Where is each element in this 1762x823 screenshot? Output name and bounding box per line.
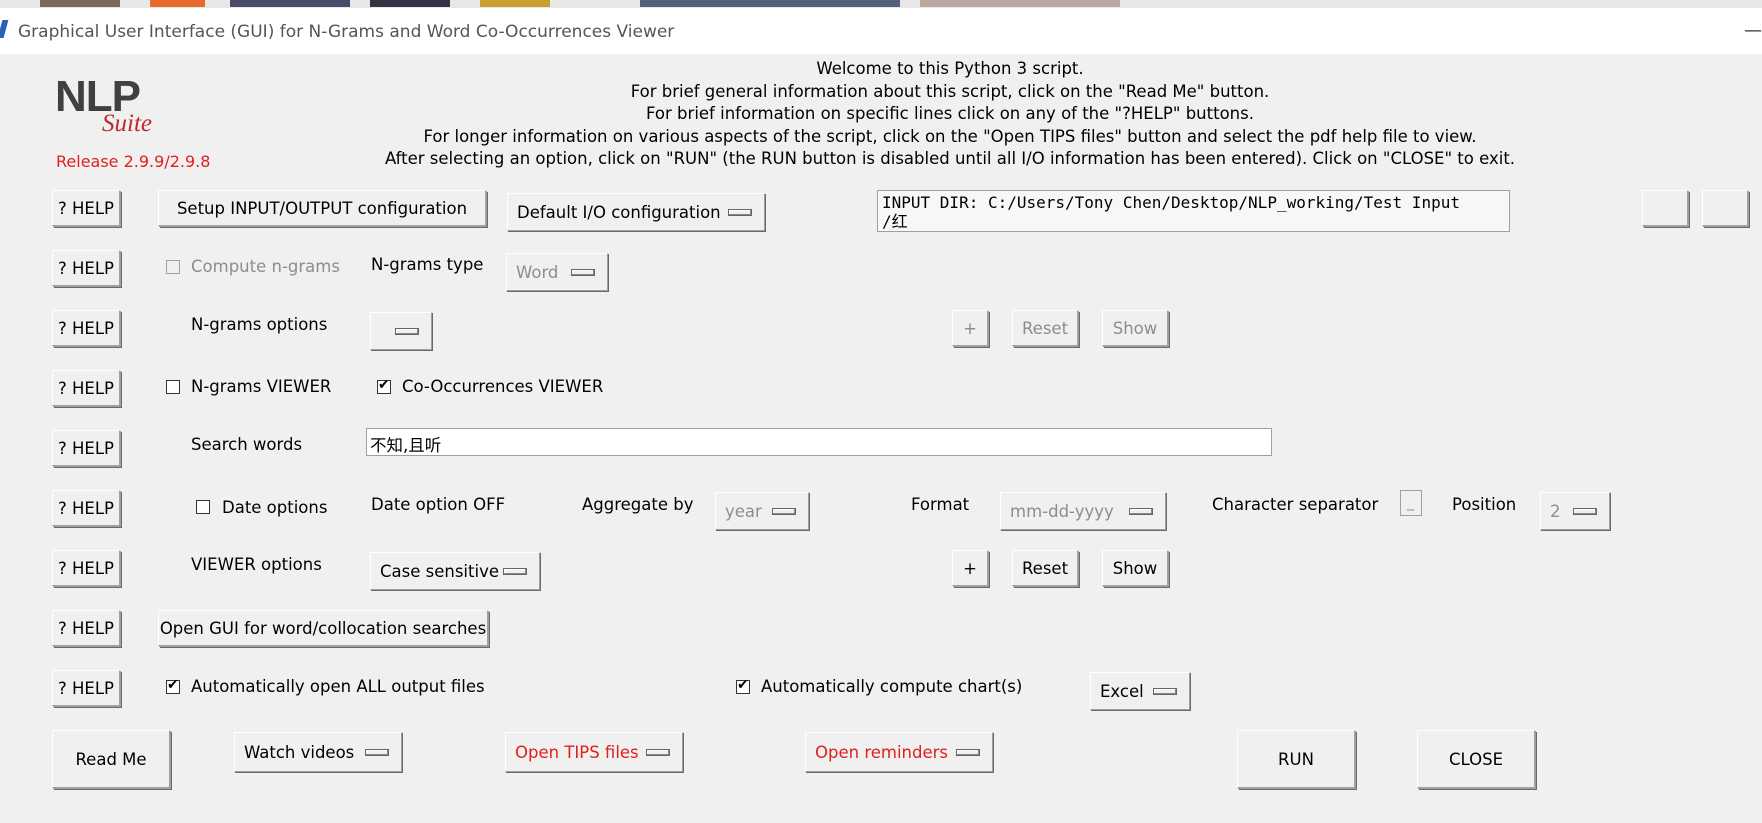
compute-charts-checkbox[interactable] bbox=[736, 677, 750, 694]
close-button[interactable]: CLOSE bbox=[1417, 730, 1535, 788]
watch-videos-label: Watch videos bbox=[244, 742, 355, 762]
ngrams-viewer-label: N-grams VIEWER bbox=[191, 377, 332, 396]
chevron-down-icon bbox=[956, 749, 980, 756]
help-button-gui[interactable]: ? HELP bbox=[52, 610, 120, 646]
date-format-value: mm-dd-yyyy bbox=[1010, 501, 1114, 521]
search-words-label: Search words bbox=[191, 435, 303, 454]
compute-ngrams-checkbox[interactable] bbox=[166, 260, 180, 274]
welcome-line: After selecting an option, click on "RUN… bbox=[384, 149, 1516, 168]
ngrams-type-label: N-grams type bbox=[371, 255, 484, 274]
chevron-down-icon bbox=[1153, 688, 1177, 695]
open-reminders-label: Open reminders bbox=[815, 742, 949, 762]
open-tips-label: Open TIPS files bbox=[515, 742, 639, 762]
minimize-button[interactable]: — bbox=[1744, 20, 1762, 41]
open-all-output-label: Automatically open ALL output files bbox=[191, 677, 485, 696]
window-title: Graphical User Interface (GUI) for N-Gra… bbox=[18, 22, 675, 42]
chevron-down-icon bbox=[395, 328, 419, 335]
help-button-date[interactable]: ? HELP bbox=[52, 490, 120, 526]
ngrams-options-reset-button[interactable]: Reset bbox=[1012, 310, 1078, 346]
cooc-viewer-checkbox[interactable] bbox=[377, 377, 391, 394]
chevron-down-icon bbox=[772, 508, 796, 515]
welcome-line: For longer information on various aspect… bbox=[423, 126, 1477, 146]
compute-charts-label: Automatically compute chart(s) bbox=[761, 677, 1023, 696]
open-all-output-checkbox[interactable] bbox=[166, 677, 180, 694]
viewer-options-label: VIEWER options bbox=[191, 555, 322, 574]
help-button-ngrams[interactable]: ? HELP bbox=[52, 250, 120, 286]
ngrams-type-menu[interactable]: Word bbox=[506, 253, 608, 291]
taskbar-strip bbox=[0, 0, 1762, 8]
chevron-down-icon bbox=[571, 269, 595, 276]
format-label: Format bbox=[911, 495, 970, 514]
position-value: 2 bbox=[1550, 501, 1561, 521]
watch-videos-menu[interactable]: Watch videos bbox=[234, 732, 402, 772]
ngrams-options-label: N-grams options bbox=[191, 315, 328, 334]
viewer-options-value: Case sensitive bbox=[380, 561, 499, 581]
ngrams-viewer-checkbox[interactable] bbox=[166, 380, 180, 394]
help-button-ngrams-options[interactable]: ? HELP bbox=[52, 310, 120, 346]
open-reminders-menu[interactable]: Open reminders bbox=[805, 732, 993, 772]
compute-ngrams-label: Compute n-grams bbox=[191, 257, 340, 276]
open-tips-menu[interactable]: Open TIPS files bbox=[505, 732, 683, 772]
date-options-label: Date options bbox=[222, 498, 328, 517]
position-menu[interactable]: 2 bbox=[1540, 492, 1610, 530]
input-dir-display: INPUT DIR: C:/Users/Tony Chen/Desktop/NL… bbox=[877, 190, 1510, 232]
viewer-options-plus-button[interactable]: + bbox=[952, 550, 988, 586]
viewer-options-menu[interactable]: Case sensitive bbox=[370, 552, 540, 590]
ngrams-options-plus-button[interactable]: + bbox=[952, 310, 988, 346]
chevron-down-icon bbox=[1573, 508, 1597, 515]
ngrams-type-value: Word bbox=[516, 262, 559, 282]
welcome-text: Welcome to this Python 3 script. For bri… bbox=[0, 58, 1762, 171]
aggregate-by-label: Aggregate by bbox=[582, 495, 694, 514]
ngrams-options-show-button[interactable]: Show bbox=[1102, 310, 1168, 346]
welcome-line: For brief general information about this… bbox=[630, 81, 1270, 101]
ngrams-options-menu[interactable] bbox=[370, 312, 432, 350]
date-status-label: Date option OFF bbox=[371, 495, 506, 514]
welcome-line: Welcome to this Python 3 script. bbox=[816, 59, 1084, 78]
viewer-options-show-button[interactable]: Show bbox=[1102, 550, 1168, 586]
character-separator-input[interactable]: _ bbox=[1400, 490, 1422, 516]
io-extra-button-1[interactable] bbox=[1642, 190, 1688, 226]
position-label: Position bbox=[1452, 495, 1517, 514]
date-format-menu[interactable]: mm-dd-yyyy bbox=[1000, 492, 1166, 530]
aggregate-by-value: year bbox=[725, 501, 762, 521]
help-button-io[interactable]: ? HELP bbox=[52, 190, 120, 226]
help-button-output[interactable]: ? HELP bbox=[52, 670, 120, 706]
io-config-value: Default I/O configuration bbox=[517, 202, 721, 222]
io-config-menu[interactable]: Default I/O configuration bbox=[507, 193, 765, 231]
welcome-line: For brief information on specific lines … bbox=[646, 104, 1254, 123]
chart-engine-menu[interactable]: Excel bbox=[1090, 672, 1190, 710]
read-me-button[interactable]: Read Me bbox=[52, 730, 170, 788]
help-button-viewers[interactable]: ? HELP bbox=[52, 370, 120, 406]
chevron-down-icon bbox=[1129, 508, 1153, 515]
chevron-down-icon bbox=[503, 568, 527, 575]
setup-io-button[interactable]: Setup INPUT/OUTPUT configuration bbox=[158, 190, 486, 226]
chart-engine-value: Excel bbox=[1100, 681, 1144, 701]
character-separator-label: Character separator bbox=[1212, 495, 1379, 514]
help-button-viewer-options[interactable]: ? HELP bbox=[52, 550, 120, 586]
viewer-options-reset-button[interactable]: Reset bbox=[1012, 550, 1078, 586]
io-extra-button-2[interactable] bbox=[1702, 190, 1748, 226]
chevron-down-icon bbox=[365, 749, 389, 756]
search-words-input[interactable]: 不知,且听 bbox=[366, 428, 1272, 456]
cooc-viewer-label: Co-Occurrences VIEWER bbox=[402, 377, 604, 396]
aggregate-by-menu[interactable]: year bbox=[715, 492, 809, 530]
chevron-down-icon bbox=[728, 209, 752, 216]
run-button[interactable]: RUN bbox=[1237, 730, 1355, 788]
open-search-gui-button[interactable]: Open GUI for word/collocation searches bbox=[158, 610, 488, 646]
chevron-down-icon bbox=[646, 749, 670, 756]
date-options-checkbox[interactable] bbox=[196, 500, 210, 514]
help-button-search[interactable]: ? HELP bbox=[52, 430, 120, 466]
